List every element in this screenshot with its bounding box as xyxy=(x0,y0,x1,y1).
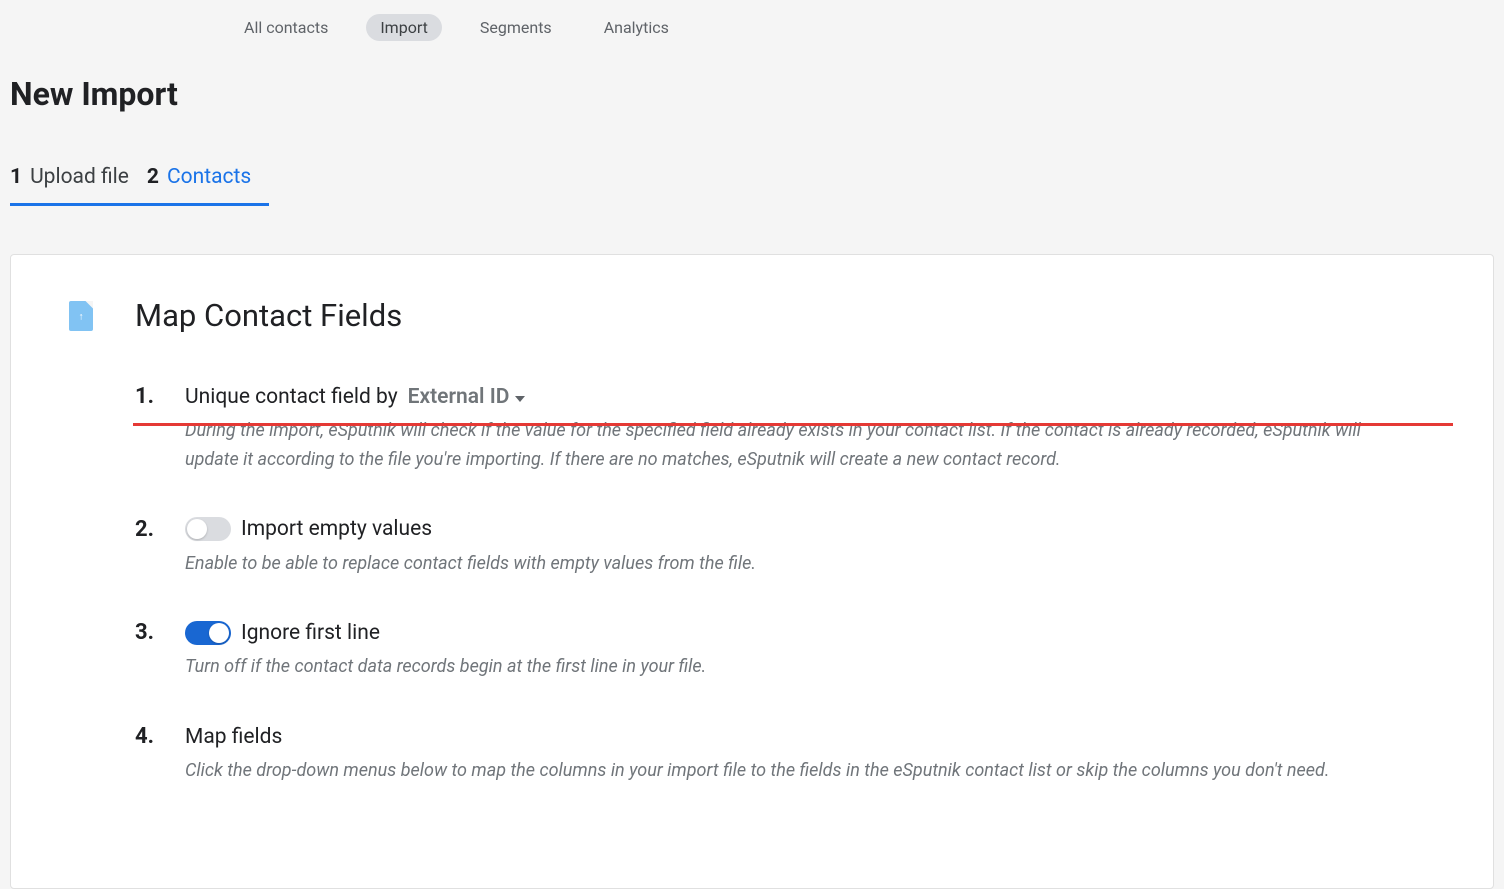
import-empty-toggle[interactable] xyxy=(185,517,231,541)
nav-import[interactable]: Import xyxy=(366,14,442,41)
step-number: 2 xyxy=(147,165,159,189)
toggle-knob xyxy=(187,519,207,539)
ignore-first-line-toggle[interactable] xyxy=(185,621,231,645)
chevron-down-icon xyxy=(515,396,525,402)
field-unique-contact: 1. Unique contact field by External ID D… xyxy=(135,384,1443,475)
map-fields-card: ↑ Map Contact Fields 1. Unique contact f… xyxy=(10,254,1494,889)
field-number: 1. xyxy=(135,384,159,409)
nav-analytics[interactable]: Analytics xyxy=(590,14,683,41)
field-label-prefix: Unique contact field by xyxy=(185,385,398,409)
step-number: 1 xyxy=(10,165,22,189)
field-label: Map fields xyxy=(185,725,282,749)
nav-segments[interactable]: Segments xyxy=(466,14,566,41)
card-header: ↑ Map Contact Fields xyxy=(69,297,1443,334)
field-import-empty: 2. Import empty values Enable to be able… xyxy=(135,517,1443,579)
field-label: Import empty values xyxy=(241,517,432,541)
step-upload-file[interactable]: 1 Upload file xyxy=(10,153,147,206)
step-label: Contacts xyxy=(167,165,251,189)
step-tabs: 1 Upload file 2 Contacts xyxy=(0,153,1504,206)
upload-file-icon: ↑ xyxy=(69,301,93,331)
field-map-fields: 4. Map fields Click the drop-down menus … xyxy=(135,724,1443,786)
top-nav: All contacts Import Segments Analytics xyxy=(0,0,1504,55)
step-contacts[interactable]: 2 Contacts xyxy=(147,153,269,206)
field-list: 1. Unique contact field by External ID D… xyxy=(69,384,1443,786)
page-title: New Import xyxy=(0,55,1504,153)
step-label: Upload file xyxy=(30,165,129,189)
field-ignore-first-line: 3. Ignore first line Turn off if the con… xyxy=(135,620,1443,682)
field-number: 2. xyxy=(135,517,159,542)
dropdown-selected-value: External ID xyxy=(408,385,510,409)
toggle-knob xyxy=(209,623,229,643)
card-title: Map Contact Fields xyxy=(135,297,402,334)
field-description: Click the drop-down menus below to map t… xyxy=(185,757,1365,786)
unique-field-dropdown[interactable]: External ID xyxy=(408,385,526,409)
field-description: Enable to be able to replace contact fie… xyxy=(185,550,1365,579)
field-label: Ignore first line xyxy=(241,621,380,645)
field-number: 4. xyxy=(135,724,159,749)
field-description: Turn off if the contact data records beg… xyxy=(185,653,1365,682)
nav-all-contacts[interactable]: All contacts xyxy=(230,14,342,41)
field-number: 3. xyxy=(135,620,159,645)
